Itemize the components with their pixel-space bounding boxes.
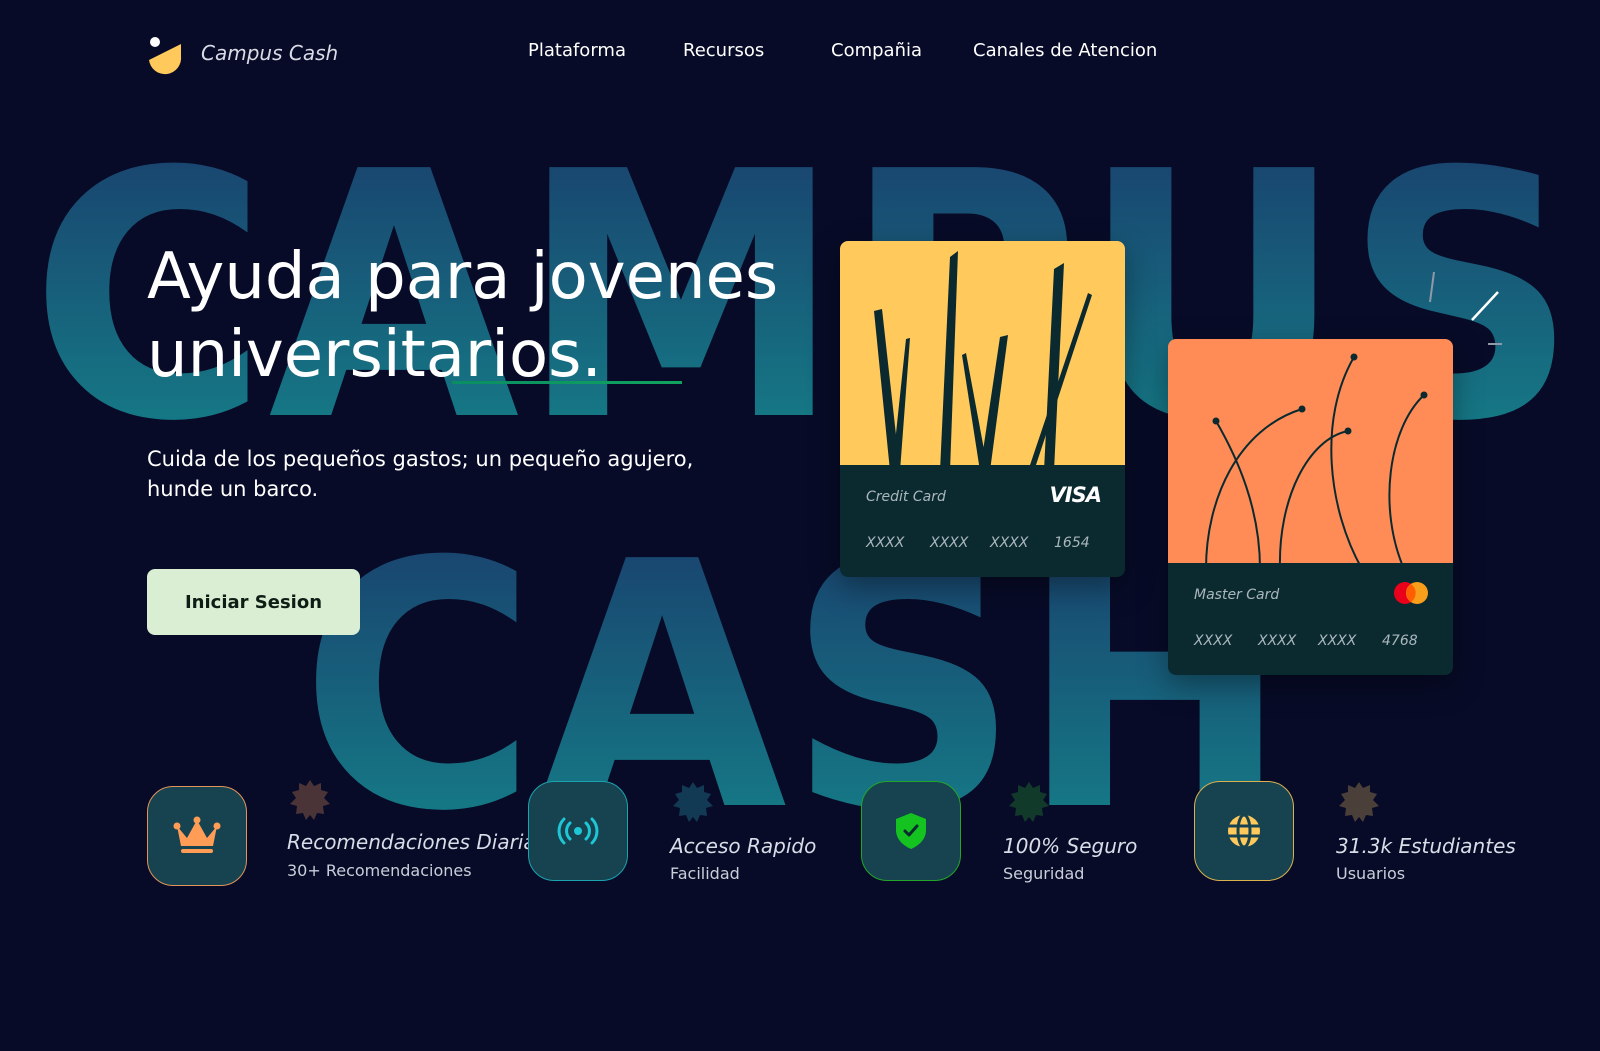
hero-underline [452, 381, 682, 384]
card-number-group-2: XXXX [930, 535, 969, 551]
badge-icon [290, 780, 330, 820]
login-button[interactable]: Iniciar Sesion [147, 569, 360, 635]
nav-item-compania[interactable]: Compañia [831, 40, 922, 61]
stat-seguro-icon-box[interactable] [861, 781, 961, 881]
credit-card-visa[interactable]: Credit Card VISA XXXX XXXX XXXX 1654 [840, 241, 1125, 577]
nav-item-recursos[interactable]: Recursos [683, 40, 764, 61]
landing-page: CAMPUS CASH Campus Cash Plataforma Recur… [0, 0, 1600, 1051]
hero-subtitle-line-1: Cuida de los pequeños gastos; un pequeño… [147, 447, 694, 471]
badge-icon [1009, 782, 1049, 822]
hero-subtitle-line-2: hunde un barco. [147, 477, 319, 501]
card-number-group-3: XXXX [990, 535, 1029, 551]
shield-check-icon [896, 813, 926, 849]
stat-estudiantes-icon-box[interactable] [1194, 781, 1294, 881]
card-number-group-4: 4768 [1382, 633, 1418, 649]
credit-card-mastercard[interactable]: Master Card XXXX XXXX XXXX 4768 [1168, 339, 1453, 675]
card-number-group-1: XXXX [1194, 633, 1233, 649]
card-bottom-panel: Master Card XXXX XXXX XXXX 4768 [1168, 563, 1453, 675]
broadcast-icon [557, 817, 599, 845]
stat-title: Recomendaciones Diarias [287, 830, 547, 854]
hero-title-line-1: Ayuda para jovenes [147, 240, 779, 314]
stat-subtitle: Seguridad [1003, 864, 1085, 883]
card-art-dandelions [1168, 339, 1453, 569]
mastercard-logo [1394, 582, 1428, 604]
svg-text:CASH: CASH [300, 530, 1290, 830]
visa-logo: VISA [1049, 483, 1102, 507]
badge-icon [673, 782, 713, 822]
card-type-label: Master Card [1194, 587, 1280, 603]
card-art-grass [840, 241, 1125, 471]
stat-title: 31.3k Estudiantes [1336, 834, 1516, 858]
card-number-group-2: XXXX [1258, 633, 1297, 649]
hero-subtitle: Cuida de los pequeños gastos; un pequeño… [147, 444, 707, 504]
globe-icon [1228, 813, 1260, 849]
logo-icon[interactable] [147, 36, 187, 76]
stat-subtitle: 30+ Recomendaciones [287, 861, 472, 880]
hero-title: Ayuda para jovenes universitarios. [147, 238, 847, 394]
nav-item-canales[interactable]: Canales de Atencion [973, 40, 1157, 61]
stat-subtitle: Usuarios [1336, 864, 1406, 883]
badge-icon [1339, 782, 1379, 822]
nav-item-plataforma[interactable]: Plataforma [528, 40, 626, 61]
brand-name[interactable]: Campus Cash [201, 41, 338, 65]
card-number-group-3: XXXX [1318, 633, 1357, 649]
card-bottom-panel: Credit Card VISA XXXX XXXX XXXX 1654 [840, 465, 1125, 577]
stat-title: Acceso Rapido [670, 834, 817, 858]
stat-title: 100% Seguro [1003, 834, 1138, 858]
stat-subtitle: Facilidad [670, 864, 740, 883]
stat-acceso-icon-box[interactable] [528, 781, 628, 881]
card-number-group-4: 1654 [1054, 535, 1090, 551]
card-number-group-1: XXXX [866, 535, 905, 551]
crown-icon [173, 816, 221, 853]
stat-recomendaciones-icon-box[interactable] [147, 786, 247, 886]
card-type-label: Credit Card [866, 489, 946, 505]
